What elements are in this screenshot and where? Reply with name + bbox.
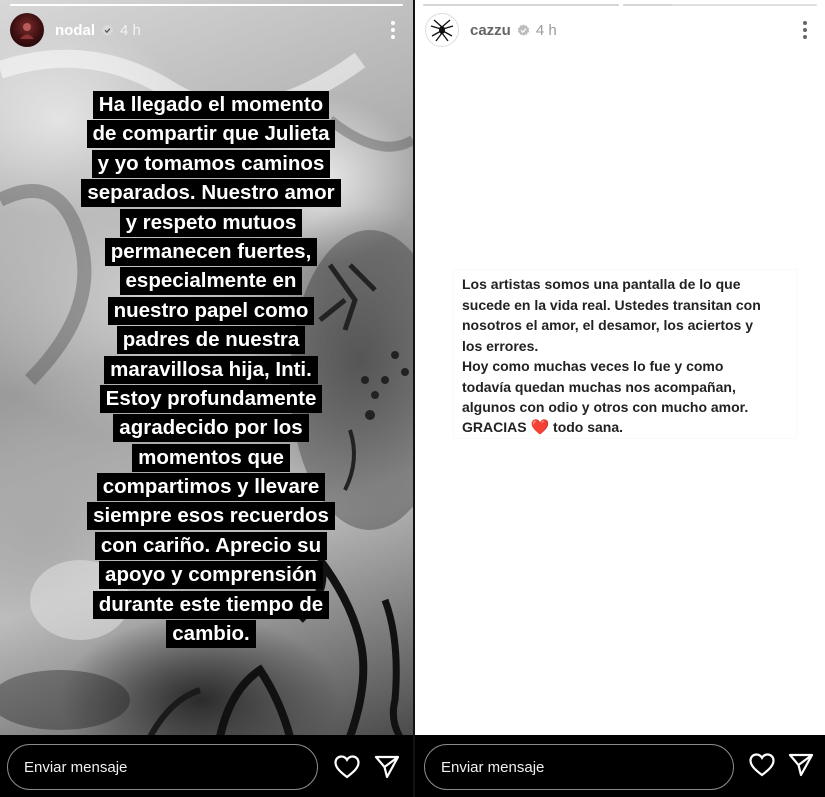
paragraph-line: los errores. <box>462 337 539 354</box>
story-header: cazzu 4 h <box>425 12 815 48</box>
story-text-line: nuestro papel como <box>46 296 376 325</box>
story-text-line: siempre esos recuerdos <box>46 501 376 531</box>
paper-plane-icon[interactable] <box>373 753 401 781</box>
story-text-line: agradecido por los <box>46 413 376 443</box>
reply-bar: Enviar mensaje <box>0 735 413 797</box>
story-header: nodal 4 h <box>10 12 403 48</box>
paragraph-line: Hoy como muchas veces lo fue y como <box>462 358 724 374</box>
story-text-card: Los artistas somos una pantalla de lo qu… <box>454 270 796 438</box>
story-nodal[interactable]: nodal 4 h Ha llegado el momento de compar… <box>0 0 413 797</box>
paragraph-line: algunos con odio y otros con mucho amor. <box>462 399 749 415</box>
story-text-line: y respeto mutuos <box>46 208 376 237</box>
message-input[interactable]: Enviar mensaje <box>424 744 734 790</box>
story-text-line: Estoy profundamente <box>46 384 376 413</box>
story-text-line: permanecen fuertes, <box>46 237 376 266</box>
post-time: 4 h <box>120 21 141 39</box>
paragraph-line: todavía quedan muchas nos acompañan, <box>462 378 736 395</box>
avatar-figure-icon <box>20 23 34 39</box>
gracias-text: GRACIAS <box>462 419 527 435</box>
message-input[interactable]: Enviar mensaje <box>7 744 318 790</box>
paragraph-line: nosotros el amor, el desamor, los aciert… <box>462 317 754 333</box>
story-text-line: durante este tiempo de <box>46 590 376 619</box>
story-cazzu[interactable]: cazzu 4 h Los artistas somos una pantall… <box>415 0 825 797</box>
story-text-line: compartimos y llevare <box>46 472 376 502</box>
story-progress-bar <box>10 4 403 6</box>
username[interactable]: nodal <box>55 22 95 39</box>
paragraph-1: Los artistas somos una pantalla de lo qu… <box>462 274 761 356</box>
story-text-overlay: Ha llegado el momento de compartir que Ju… <box>46 90 376 649</box>
story-text-line: momentos que <box>46 443 376 472</box>
message-placeholder: Enviar mensaje <box>441 758 545 776</box>
heart-outline-icon[interactable] <box>333 753 361 781</box>
story-text-line: Ha llegado el momento <box>46 90 376 119</box>
reply-bar: Enviar mensaje <box>415 735 825 797</box>
story-text-line: separados. Nuestro amor <box>46 178 376 208</box>
story-progress-bar-2 <box>623 4 817 6</box>
post-time: 4 h <box>535 21 557 39</box>
story-text-line: apoyo y comprensión <box>46 560 376 590</box>
paper-plane-icon[interactable] <box>787 751 815 779</box>
story-text-line: y yo tomamos caminos <box>46 149 376 178</box>
story-text-line: padres de nuestra <box>46 325 376 355</box>
username[interactable]: cazzu <box>470 22 511 39</box>
todo-sana-text: todo sana. <box>553 419 624 435</box>
story-text-line: de compartir que Julieta <box>46 119 376 149</box>
heart-emoji: ❤️ <box>530 419 550 436</box>
more-options-icon[interactable] <box>383 18 403 42</box>
paragraph-line: sucede en la vida real. Ustedes transita… <box>462 296 761 313</box>
story-text-line: con cariño. Aprecio su <box>46 531 376 560</box>
spider-logo-icon <box>430 19 454 42</box>
paragraph-2: Hoy como muchas veces lo fue y como todav… <box>462 356 748 418</box>
avatar[interactable] <box>425 13 459 47</box>
verified-badge-icon <box>101 23 114 36</box>
verified-badge-icon <box>517 23 530 36</box>
story-progress-bar-1 <box>423 4 619 6</box>
story-text-line: maravillosa hija, Inti. <box>46 355 376 384</box>
more-options-icon[interactable] <box>795 18 815 42</box>
gracias-line: GRACIAS ❤️ todo sana. <box>462 417 623 439</box>
story-text-line: cambio. <box>46 619 376 649</box>
message-placeholder: Enviar mensaje <box>24 758 128 776</box>
story-text-line: especialmente en <box>46 266 376 296</box>
paragraph-line: Los artistas somos una pantalla de lo qu… <box>462 276 741 292</box>
heart-outline-icon[interactable] <box>748 751 776 779</box>
avatar[interactable] <box>10 13 44 47</box>
